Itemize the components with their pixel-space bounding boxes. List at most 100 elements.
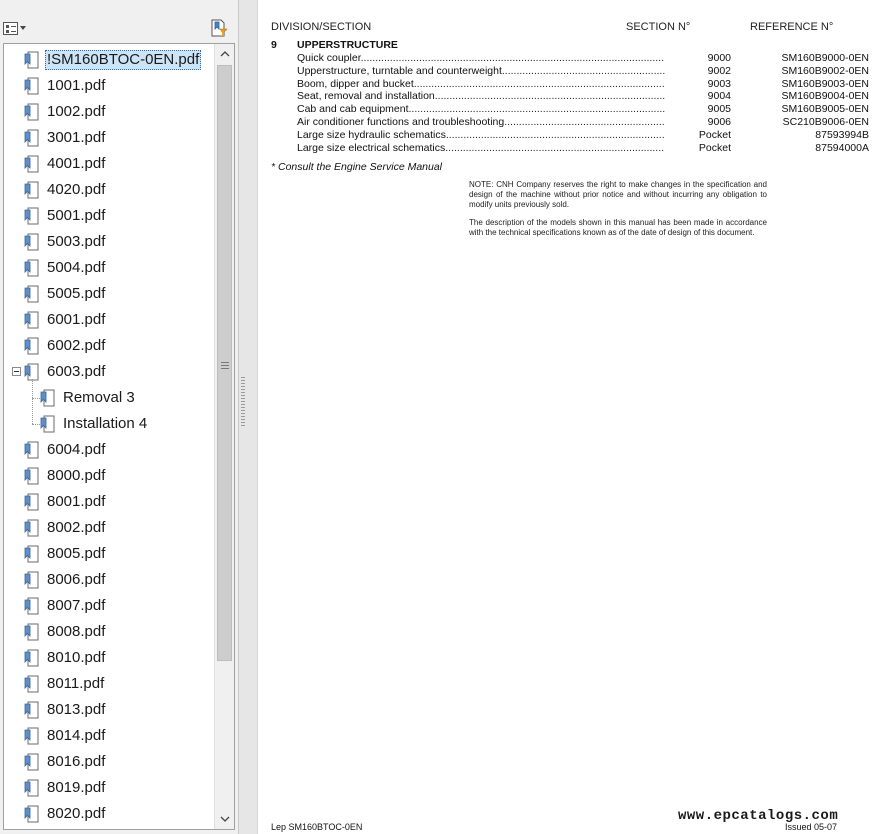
bookmark-label: 8001.pdf [47,493,106,510]
bookmark-item[interactable]: 8002.pdf [24,515,107,541]
bookmark-label: 8000.pdf [47,467,106,484]
bookmark-item[interactable]: 8000.pdf [24,463,107,489]
bookmark-icon [24,51,40,69]
row-title: Cab and cab equipment [297,103,689,115]
bookmark-item[interactable]: 8010.pdf [24,645,107,671]
bookmark-item[interactable]: 8008.pdf [24,619,107,645]
bookmark-icon [24,805,40,823]
bookmark-item[interactable]: 4001.pdf [24,151,107,177]
bookmark-item[interactable]: 6004.pdf [24,437,107,463]
bookmark-item[interactable]: 8019.pdf [24,775,107,801]
vertical-scrollbar[interactable] [214,44,234,829]
new-bookmark-button[interactable] [209,18,229,38]
footer-left: Lep SM160BTOC-0EN [271,822,363,832]
scroll-up-button[interactable] [215,44,234,64]
row-reference: SM160B9002-0EN [781,64,869,77]
scroll-down-arrow-icon [220,816,229,822]
bookmark-icon [24,519,40,537]
row-section: 9006 [665,116,731,128]
row-section: Pocket [665,141,731,154]
bookmark-item[interactable]: 5004.pdf [24,255,107,281]
bookmark-icon [24,311,40,329]
bookmark-icon [24,467,40,485]
row-title: Upperstructure, turntable and counterwei… [297,65,689,77]
bookmark-label: 8007.pdf [47,597,106,614]
bookmark-item[interactable]: 6001.pdf [24,307,107,333]
footer-right: Issued 05-07 [785,822,838,832]
bookmark-icon [24,675,40,693]
bookmark-label: 8014.pdf [47,727,106,744]
bookmark-label: 5001.pdf [47,207,106,224]
row-reference: SM160B9003-0EN [781,77,869,90]
bookmark-item[interactable]: 4020.pdf [24,177,107,203]
row-reference: 87593994B [815,128,869,141]
bookmark-item[interactable]: !SM160BTOC-0EN.pdf [24,47,202,73]
bookmark-label: 4020.pdf [47,181,106,198]
bookmark-label: 5003.pdf [47,233,106,250]
bookmark-icon [24,441,40,459]
bookmark-label: 8002.pdf [47,519,106,536]
bookmark-icon [24,701,40,719]
bookmark-item[interactable]: 8016.pdf [24,749,107,775]
bookmarks-tree: !SM160BTOC-0EN.pdf 1001.pdf 1002.pdf 3001.p… [3,43,235,830]
bookmark-icon [24,597,40,615]
bookmark-item[interactable]: 1002.pdf [24,99,107,125]
bookmark-icon [40,389,56,407]
bookmark-item[interactable]: 8013.pdf [24,697,107,723]
row-reference: SM160B9005-0EN [781,103,869,116]
bookmark-item[interactable]: 3001.pdf [24,125,107,151]
bookmark-icon [24,181,40,199]
bookmark-icon [24,623,40,641]
bookmark-icon [24,753,40,771]
bookmark-item[interactable]: 8006.pdf [24,567,107,593]
bookmark-label: 8008.pdf [47,623,106,640]
header-reference: REFERENCE N° [750,21,834,33]
bookmark-icon [24,285,40,303]
panel-splitter[interactable] [238,0,258,834]
bookmark-item[interactable]: 8011.pdf [24,671,106,697]
bookmark-child-item[interactable]: Installation 4 [40,411,149,437]
collapse-icon[interactable] [12,367,21,376]
tree-connector [32,398,40,399]
bookmark-item[interactable]: 8014.pdf [24,723,107,749]
row-section: 9002 [665,64,731,77]
row-section: 9000 [665,52,731,64]
scrollbar-grip-icon [221,362,229,363]
scroll-up-arrow-icon [220,51,229,57]
bookmark-icon [24,727,40,745]
bookmark-label: 4001.pdf [47,155,106,172]
bookmark-item[interactable]: 6002.pdf [24,333,107,359]
scrollbar-thumb[interactable] [217,65,232,661]
bookmark-label: 8011.pdf [47,675,105,692]
options-menu-button[interactable] [3,20,29,36]
bookmark-item[interactable]: 8020.pdf [24,801,107,827]
row-title: Seat, removal and installation [297,90,689,102]
bookmark-item[interactable]: 5001.pdf [24,203,107,229]
bookmark-item[interactable]: 8007.pdf [24,593,107,619]
document-page: DIVISION/SECTION SECTION N° REFERENCE N°… [258,0,891,834]
note-paragraph-2: The description of the models shown in t… [469,218,767,237]
bookmark-item[interactable]: 1001.pdf [24,73,107,99]
bookmark-label: 8020.pdf [47,805,106,822]
bookmark-item[interactable]: 8005.pdf [24,541,107,567]
bookmark-icon [24,259,40,277]
bookmark-child-item[interactable]: Removal 3 [40,385,137,411]
bookmark-label: 8006.pdf [47,571,106,588]
footnote: * Consult the Engine Service Manual [271,161,443,173]
bookmark-item[interactable]: 5003.pdf [24,229,107,255]
bookmark-item[interactable]: 8001.pdf [24,489,107,515]
bookmark-label: 8005.pdf [47,545,106,562]
bookmark-item[interactable]: 5005.pdf [24,281,107,307]
row-reference: 87594000A [815,141,869,154]
new-bookmark-icon [211,19,228,37]
row-title: Quick coupler [297,52,689,64]
chevron-down-icon [20,26,26,30]
bookmark-label: 8016.pdf [47,753,106,770]
bookmark-icon [24,207,40,225]
row-title: Large size hydraulic schematics [297,129,689,141]
bookmark-icon [24,649,40,667]
scroll-down-button[interactable] [215,809,234,829]
bookmark-icon [24,155,40,173]
bookmark-icon [24,103,40,121]
bookmark-item[interactable]: 6003.pdf [24,359,107,385]
